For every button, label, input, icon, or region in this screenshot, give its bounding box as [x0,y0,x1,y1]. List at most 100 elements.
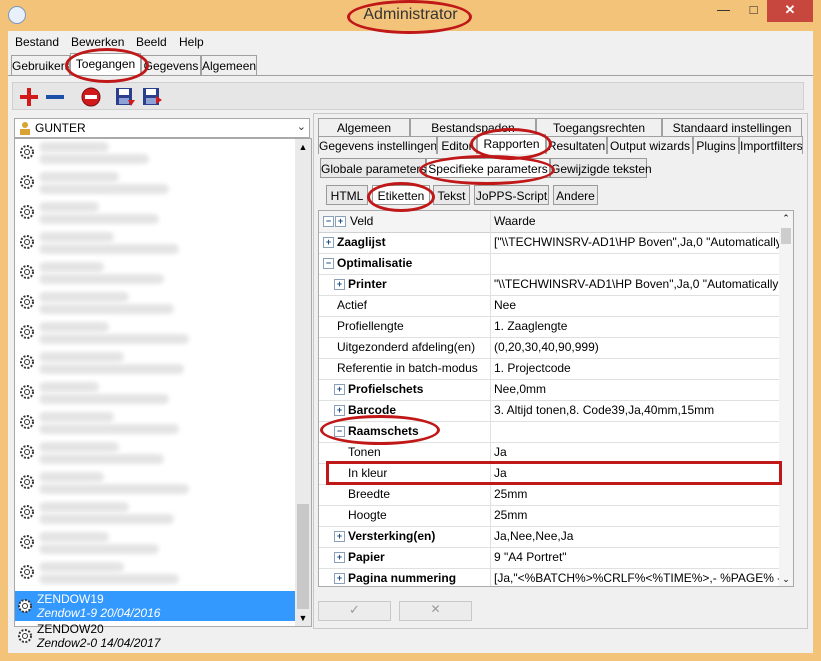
add-icon[interactable] [18,86,40,108]
cancel-button[interactable]: ✕ [399,601,472,621]
tab-andere[interactable]: Andere [553,185,598,205]
grid-row-breedte[interactable]: Breedte 25mm [319,484,781,506]
grid-scrollbar[interactable]: ⌃ ⌄ [779,211,793,586]
list-item[interactable] [17,229,289,257]
tab-html[interactable]: HTML [326,185,368,205]
row-value[interactable]: ["\\TECHWINSRV-AD1\HP Boven",Ja,0 "Autom… [494,235,784,249]
expand-icon[interactable]: + [323,237,334,248]
expand-icon[interactable]: + [334,405,345,416]
row-value[interactable]: (0,20,30,40,90,999) [494,340,784,354]
tab-resultaten[interactable]: Resultaten [546,136,607,154]
grid-row-uitgezonderd-afdeling[interactable]: Uitgezonderd afdeling(en) (0,20,30,40,90,… [319,337,781,359]
grid-row-versterking[interactable]: + Versterking(en) Ja,Nee,Nee,Ja [319,526,781,548]
property-grid[interactable]: − + Veld Waarde + Zaaglijst ["\\TECHWINSRV… [318,210,794,587]
grid-row-actief[interactable]: Actief Nee [319,295,781,317]
list-item[interactable] [17,469,289,497]
list-item[interactable] [17,439,289,467]
tab-plugins[interactable]: Plugins [693,136,739,154]
tab-toegangsrechten[interactable]: Toegangsrechten [536,118,662,136]
list-item[interactable] [17,259,289,287]
list-item[interactable] [17,319,289,347]
remove-icon[interactable] [44,86,66,108]
menu-bewerken[interactable]: Bewerken [71,35,124,49]
save-icon[interactable] [114,86,136,108]
list-item-zendow19[interactable]: ZENDOW19 Zendow1-9 20/04/2016 [15,591,297,621]
list-item[interactable] [17,529,289,557]
close-button[interactable]: ✕ [767,0,813,22]
list-scrollbar[interactable]: ▲ ▼ [295,139,311,626]
column-veld[interactable]: Veld [350,214,373,228]
list-item-zendow20[interactable]: ZENDOW20 Zendow2-0 14/04/2017 [15,621,297,651]
expand-icon[interactable]: + [334,279,345,290]
row-value[interactable]: Ja,Nee,Nee,Ja [494,529,784,543]
tab-gegevens-instellingen[interactable]: Gegevens instellingen [318,136,437,154]
scroll-up-icon[interactable]: ▲ [295,139,311,155]
expand-icon[interactable]: + [334,573,345,584]
tab-algemeen-settings[interactable]: Algemeen [318,118,410,136]
row-value[interactable]: 1. Zaaglengte [494,319,784,333]
expand-icon[interactable]: + [334,384,345,395]
grid-row-optimalisatie[interactable]: − Optimalisatie [319,253,781,275]
menu-beeld[interactable]: Beeld [136,35,167,49]
list-item[interactable] [17,349,289,377]
tab-output-wizards[interactable]: Output wizards [607,136,693,154]
user-selector[interactable]: GUNTER ⌄ [14,118,310,138]
menu-bestand[interactable]: Bestand [15,35,59,49]
row-value[interactable]: 25mm [494,487,784,501]
stop-icon[interactable] [80,86,102,108]
expand-icon[interactable]: + [334,552,345,563]
row-value[interactable]: 1. Projectcode [494,361,784,375]
grid-row-referentie-batch[interactable]: Referentie in batch-modus 1. Projectcode [319,358,781,380]
list-item[interactable] [17,289,289,317]
grid-row-hoogte[interactable]: Hoogte 25mm [319,505,781,527]
row-value[interactable]: 9 "A4 Portret" [494,550,784,564]
scroll-thumb[interactable] [297,504,309,609]
row-value[interactable]: 25mm [494,508,784,522]
tab-jopps-script[interactable]: JoPPS-Script [474,185,549,205]
list-item[interactable] [17,169,289,197]
list-item[interactable] [17,409,289,437]
list-item[interactable] [17,199,289,227]
menu-help[interactable]: Help [179,35,204,49]
ok-button[interactable]: ✓ [318,601,391,621]
scroll-down-icon[interactable]: ⌄ [779,572,793,586]
row-value[interactable]: "\\TECHWINSRV-AD1\HP Boven",Ja,0 "Automa… [494,277,784,291]
chevron-down-icon[interactable]: ⌄ [297,120,306,133]
tab-gebruikers[interactable]: Gebruikers [11,55,70,75]
list-item[interactable] [17,499,289,527]
row-value[interactable]: Ja [494,445,784,459]
maximize-button[interactable]: □ [740,0,767,22]
grid-row-printer[interactable]: + Printer "\\TECHWINSRV-AD1\HP Boven",Ja,0… [319,274,784,296]
grid-row-zaaglijst[interactable]: + Zaaglijst ["\\TECHWINSRV-AD1\HP Boven",J… [319,232,784,254]
row-value[interactable]: Nee [494,298,784,312]
list-item[interactable] [17,379,289,407]
tab-importfilters[interactable]: Importfilters [739,136,803,154]
collapse-all-icon[interactable]: − [323,216,334,227]
tab-tekst[interactable]: Tekst [433,185,470,205]
scroll-up-icon[interactable]: ⌃ [779,211,793,225]
gear-icon [20,205,34,219]
list-item[interactable] [17,139,289,167]
grid-row-papier[interactable]: + Papier 9 "A4 Portret" [319,547,781,569]
save-as-icon[interactable] [141,86,163,108]
collapse-icon[interactable]: − [323,258,334,269]
column-waarde[interactable]: Waarde [494,214,536,228]
list-item[interactable] [17,559,289,587]
row-value[interactable]: Nee,0mm [494,382,784,396]
scroll-thumb[interactable] [781,228,791,244]
tab-gewijzigde-teksten[interactable]: Gewijzigde teksten [550,158,652,178]
user-list[interactable]: ZENDOW19 Zendow1-9 20/04/2016 ZENDOW20 Z… [14,138,312,650]
row-value[interactable]: [Ja,"<%BATCH%>%CRLF%<%TIME%>,- %PAGE% -,… [494,571,784,585]
grid-row-pagina-nummering[interactable]: + Pagina nummering [Ja,"<%BATCH%>%CRLF%<%T… [319,568,784,586]
expand-all-icon[interactable]: + [335,216,346,227]
tab-standaard-instellingen[interactable]: Standaard instellingen [662,118,802,136]
grid-row-profielschets[interactable]: + Profielschets Nee,0mm [319,379,781,401]
minimize-button[interactable]: — [710,0,737,22]
scroll-down-icon[interactable]: ▼ [295,610,311,626]
expand-icon[interactable]: + [334,531,345,542]
row-value[interactable]: 3. Altijd tonen,8. Code39,Ja,40mm,15mm [494,403,784,417]
tab-algemeen[interactable]: Algemeen [201,55,257,75]
tab-globale-parameters[interactable]: Globale parameters [320,158,426,178]
grid-row-profiellengte[interactable]: Profiellengte 1. Zaaglengte [319,316,781,338]
tab-gegevens[interactable]: Gegevens [141,55,201,75]
